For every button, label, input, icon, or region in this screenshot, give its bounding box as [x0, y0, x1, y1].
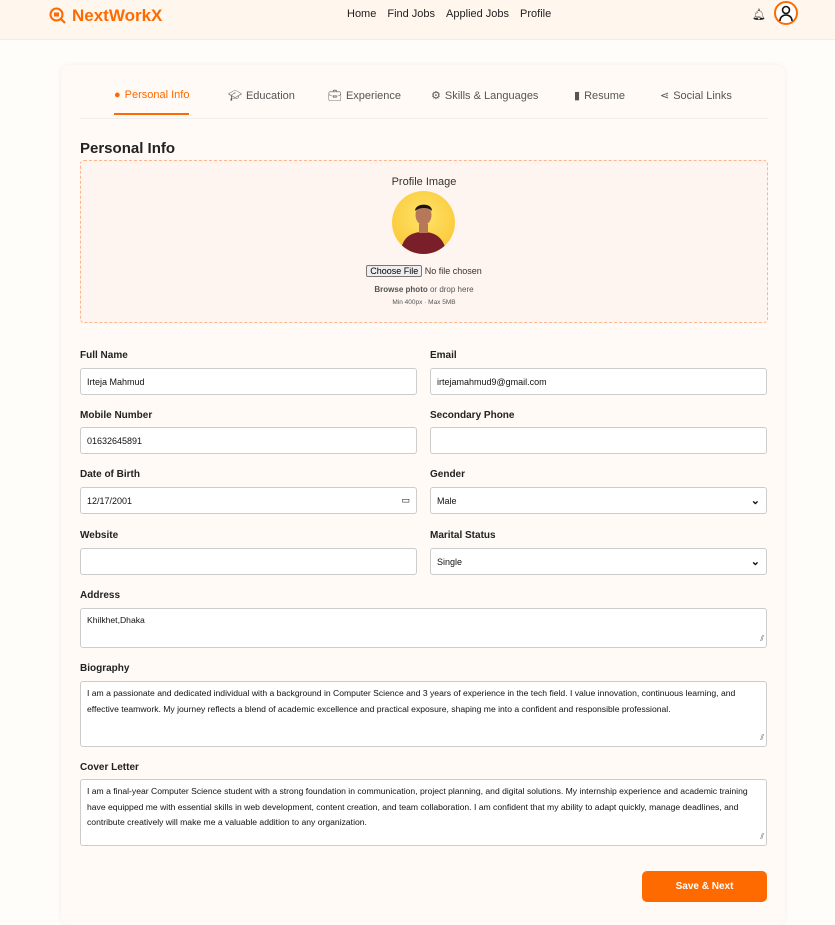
tab-experience[interactable]: 💼︎ Experience	[328, 89, 401, 114]
biography-textarea[interactable]: I am a passionate and dedicated individu…	[80, 681, 767, 747]
website-input[interactable]	[80, 548, 417, 575]
resize-handle-icon[interactable]: ⫽	[760, 730, 764, 746]
bell-icon[interactable]: 🔔︎	[752, 8, 766, 21]
nav-profile[interactable]: Profile	[520, 8, 551, 20]
website-label: Website	[80, 530, 119, 541]
brand-name: NextWorkX	[72, 6, 163, 25]
top-navbar: NextWorkX Home Find Jobs Applied Jobs Pr…	[0, 0, 835, 40]
nav-applied-jobs[interactable]: Applied Jobs	[446, 8, 509, 20]
chevron-down-icon: ⌄	[750, 495, 760, 507]
cover-letter-label: Cover Letter	[80, 762, 139, 773]
user-circle-icon: ●	[114, 89, 121, 101]
cover-letter-textarea[interactable]: I am a final-year Computer Science stude…	[80, 779, 767, 846]
mobile-label: Mobile Number	[80, 410, 153, 421]
tab-education[interactable]: 🎓︎ Education	[228, 89, 295, 114]
address-value: Khilkhet,Dhaka	[87, 615, 145, 625]
mobile-input[interactable]: 01632645891	[80, 427, 417, 454]
marital-status-value: Single	[437, 556, 463, 567]
tab-skills-languages[interactable]: ⚙︎ Skills & Languages	[431, 89, 538, 114]
nav-home[interactable]: Home	[347, 8, 376, 20]
tab-social-links[interactable]: ⋖ Social Links	[660, 89, 732, 114]
gender-value: Male	[437, 495, 457, 506]
full-name-label: Full Name	[80, 350, 128, 361]
choose-file-button[interactable]: Choose File	[366, 265, 423, 277]
share-icon: ⋖	[660, 90, 670, 102]
briefcase-icon: 💼︎	[328, 90, 342, 102]
marital-status-select[interactable]: Single ⌄	[430, 548, 767, 575]
email-label: Email	[430, 350, 457, 361]
biography-label: Biography	[80, 663, 130, 674]
save-next-button[interactable]: Save & Next	[642, 871, 767, 902]
email-value: irtejamahmud9@gmail.com	[437, 376, 547, 387]
gears-icon: ⚙︎	[431, 90, 441, 102]
profile-image-dropzone[interactable]: Profile Image Choose File No file chosen…	[80, 160, 768, 323]
dob-value: 12/17/2001	[87, 495, 133, 506]
tab-resume[interactable]: ▮ Resume	[574, 89, 625, 114]
browse-photo-link[interactable]: Browse photo	[374, 285, 427, 294]
gender-select[interactable]: Male ⌄	[430, 487, 767, 514]
nav-find-jobs[interactable]: Find Jobs	[387, 8, 435, 20]
profile-image-label: Profile Image	[391, 176, 457, 188]
logo-search-icon	[49, 7, 66, 24]
address-label: Address	[80, 590, 121, 601]
brand-logo[interactable]: NextWorkX	[49, 6, 162, 26]
mobile-value: 01632645891	[87, 435, 143, 446]
chevron-down-icon: ⌄	[750, 556, 760, 568]
gender-label: Gender	[430, 469, 466, 480]
user-icon	[779, 5, 793, 22]
full-name-input[interactable]: Irteja Mahmud	[80, 368, 417, 395]
marital-status-label: Marital Status	[430, 530, 496, 541]
profile-tabs: ● Personal Info 🎓︎ Education 💼︎ Experience …	[80, 65, 768, 119]
address-textarea[interactable]: Khilkhet,Dhaka ⫽	[80, 608, 767, 648]
upload-limits: Min 400px · Max 5MB	[392, 299, 456, 306]
full-name-value: Irteja Mahmud	[87, 376, 145, 387]
cover-letter-value: I am a final-year Computer Science stude…	[87, 786, 748, 827]
secondary-phone-label: Secondary Phone	[430, 410, 515, 421]
file-icon: ▮	[574, 90, 581, 102]
user-avatar[interactable]	[774, 1, 798, 25]
biography-value: I am a passionate and dedicated individu…	[87, 688, 736, 714]
dob-label: Date of Birth	[80, 469, 140, 480]
drop-hint: or drop here	[429, 285, 474, 294]
calendar-icon[interactable]: ▭	[401, 495, 410, 506]
tab-personal-info[interactable]: ● Personal Info	[114, 89, 190, 115]
profile-form-card: ● Personal Info 🎓︎ Education 💼︎ Experience …	[61, 65, 785, 925]
section-title: Personal Info	[80, 140, 176, 157]
resize-handle-icon[interactable]: ⫽	[760, 829, 764, 845]
dob-input[interactable]: 12/17/2001 ▭	[80, 487, 417, 514]
resize-handle-icon[interactable]: ⫽	[760, 631, 764, 647]
profile-photo	[392, 191, 455, 254]
secondary-phone-input[interactable]	[430, 427, 767, 454]
graduation-cap-icon: 🎓︎	[228, 90, 242, 102]
email-input[interactable]: irtejamahmud9@gmail.com	[430, 368, 767, 395]
file-status: No file chosen	[424, 266, 482, 276]
